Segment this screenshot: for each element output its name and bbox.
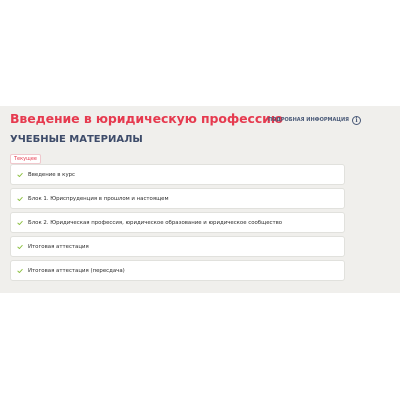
lesson-label[interactable]: Блок 1. Юриспруденция в прошлом и настоя…	[28, 196, 169, 202]
lesson-label[interactable]: Блок 2. Юридическая профессия, юридическ…	[28, 220, 282, 226]
info-icon[interactable]: i	[352, 115, 362, 125]
details-link-label[interactable]: ПОДРОБНАЯ ИНФОРМАЦИЯ	[268, 117, 349, 123]
details-link[interactable]: ПОДРОБНАЯ ИНФОРМАЦИЯ i	[268, 114, 362, 126]
lesson-item[interactable]: Блок 2. Юридическая профессия, юридическ…	[10, 212, 345, 233]
lesson-label[interactable]: Итоговая аттестация	[28, 244, 89, 250]
lesson-label[interactable]: Введение в курс	[28, 172, 75, 178]
lesson-item[interactable]: Итоговая аттестация (пересдача)	[10, 260, 345, 281]
checkmark-icon	[17, 220, 23, 225]
section-title: УЧЕБНЫЕ МАТЕРИАЛЫ	[10, 134, 143, 145]
lesson-list: Введение в курс Блок 1. Юриспруденция в …	[10, 164, 345, 284]
checkmark-icon	[17, 172, 23, 177]
course-panel: Введение в юридическую профессию ПОДРОБН…	[0, 106, 400, 293]
checkmark-icon	[17, 268, 23, 273]
lesson-item[interactable]: Введение в курс	[10, 164, 345, 185]
lesson-item[interactable]: Итоговая аттестация	[10, 236, 345, 257]
checkmark-icon	[17, 244, 23, 249]
current-tag: Текущее	[10, 154, 41, 164]
course-title: Введение в юридическую профессию	[10, 111, 283, 126]
checkmark-icon	[17, 196, 23, 201]
lesson-item[interactable]: Блок 1. Юриспруденция в прошлом и настоя…	[10, 188, 345, 209]
lesson-label[interactable]: Итоговая аттестация (пересдача)	[28, 268, 125, 274]
